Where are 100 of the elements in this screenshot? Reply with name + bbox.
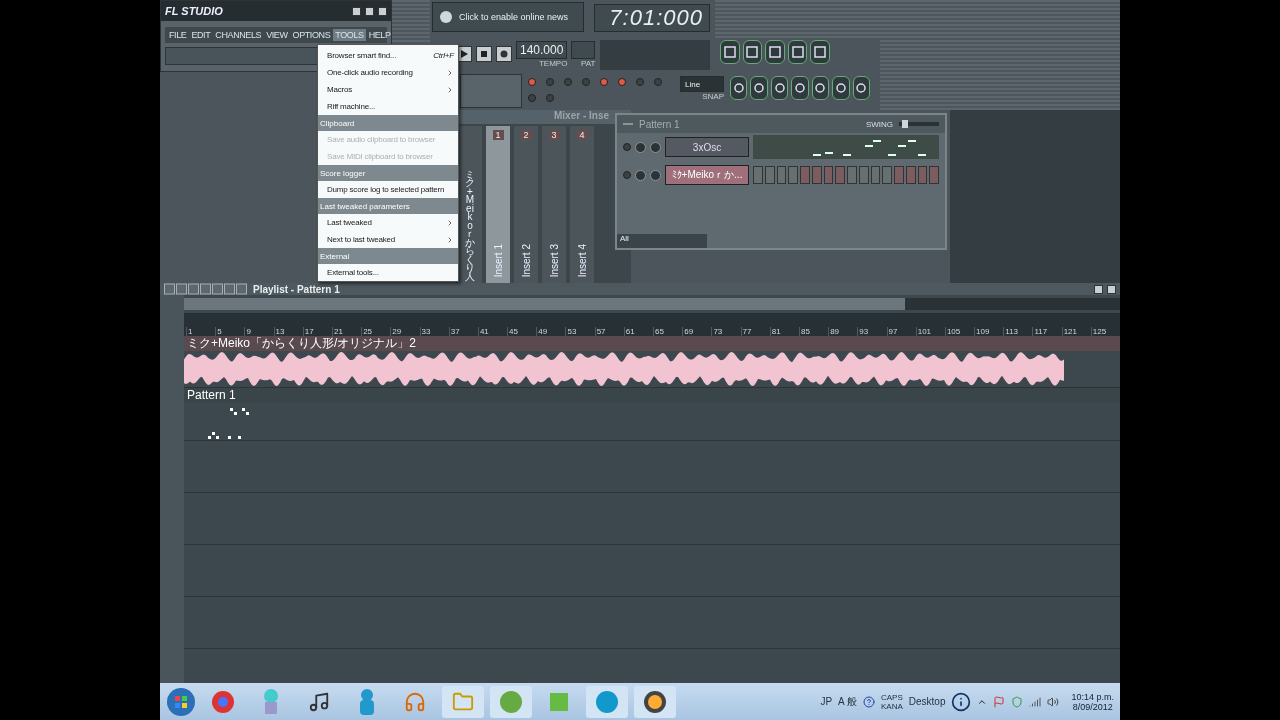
music-note-icon[interactable] — [308, 690, 330, 713]
menu-item[interactable]: Riff machine... — [318, 98, 458, 115]
step-pad[interactable] — [858, 166, 869, 184]
step-pad[interactable] — [905, 166, 916, 184]
headphones-icon[interactable] — [404, 690, 426, 713]
toggle-led[interactable] — [528, 94, 536, 102]
ime-mode[interactable]: A 般 — [838, 694, 857, 709]
mixer-track[interactable]: 3 Insert 3 — [542, 126, 566, 283]
menu-item[interactable]: Next to last tweaked — [318, 231, 458, 248]
flag-icon[interactable] — [993, 695, 1006, 708]
restore-button[interactable] — [365, 6, 374, 16]
pattern-display[interactable] — [571, 40, 596, 59]
volume-knob[interactable] — [650, 141, 661, 153]
step-pad[interactable] — [753, 166, 763, 184]
toggle-led[interactable] — [636, 78, 644, 86]
channel-button[interactable]: ﾐｸ+Meikoｒか... — [665, 165, 749, 185]
stop-button[interactable] — [476, 46, 492, 62]
volume-knob[interactable] — [650, 169, 661, 181]
step-pad[interactable] — [823, 166, 834, 184]
desktop-toolbar[interactable]: Desktop — [908, 696, 946, 707]
step-pad[interactable] — [800, 166, 810, 184]
language-indicator[interactable]: JP — [820, 696, 833, 707]
help-button[interactable] — [852, 76, 870, 100]
menu-item[interactable]: Browser smart find... Ctrl+F — [318, 47, 458, 64]
help-icon[interactable] — [863, 695, 875, 708]
toggle-led[interactable] — [582, 78, 590, 86]
minimize-button[interactable] — [352, 6, 361, 16]
clock-time[interactable]: 10:14 p.m. — [1071, 691, 1114, 702]
menu-item[interactable]: VIEW — [264, 29, 290, 41]
toggle-led[interactable] — [564, 78, 572, 86]
menu-item[interactable]: Macros — [318, 81, 458, 98]
step-pad[interactable] — [788, 166, 798, 184]
tempo-display[interactable]: 140.000 — [516, 40, 568, 59]
step-pad[interactable] — [764, 166, 775, 184]
pan-knob[interactable] — [635, 141, 646, 153]
step-pad[interactable] — [882, 166, 892, 184]
menu-item[interactable]: HELP — [366, 29, 393, 41]
clock-date[interactable]: 8/09/2012 — [1072, 701, 1113, 712]
volume-icon[interactable] — [1047, 695, 1060, 708]
document-button[interactable] — [832, 76, 850, 100]
toggle-led[interactable] — [546, 78, 554, 86]
step-pad[interactable] — [870, 166, 881, 184]
mic-button[interactable] — [811, 76, 830, 100]
record-button[interactable] — [496, 46, 512, 62]
windows-logo-icon[interactable] — [166, 686, 196, 717]
menu-item[interactable]: FILE — [167, 29, 189, 41]
close-button[interactable] — [378, 6, 387, 16]
piano-roll-button[interactable] — [765, 40, 785, 64]
close-button[interactable] — [1107, 284, 1116, 294]
maximize-button[interactable] — [1094, 284, 1103, 294]
step-sequencer-button[interactable] — [742, 40, 763, 64]
undo-button[interactable] — [730, 76, 748, 100]
mixer-track[interactable]: ミク+Meikoｒからくり人 — [458, 126, 482, 283]
step-pad[interactable] — [894, 166, 904, 184]
cut-button[interactable] — [791, 76, 809, 100]
filter-select[interactable]: All — [617, 234, 707, 248]
track-number: 3 — [548, 130, 560, 140]
toggle-led[interactable] — [600, 78, 608, 86]
render-button[interactable] — [770, 76, 789, 100]
menu-item[interactable]: CHANNELS — [213, 29, 264, 41]
timeline-ruler[interactable]: 1 5 9 13 17 21 25 29 33 37 41 45 49 53 57 61 65 69 73 77 81 85 89 93 97 101 105 109 113 117 121 125 — [184, 313, 1120, 336]
channel-button[interactable]: 3xOsc — [665, 137, 749, 157]
info-icon[interactable] — [951, 691, 972, 712]
slider-thumb[interactable] — [902, 120, 909, 128]
menu-item[interactable]: One-click audio recording — [318, 64, 458, 81]
toggle-led[interactable] — [618, 78, 626, 86]
step-pad[interactable] — [847, 166, 857, 184]
playlist-button[interactable] — [720, 40, 740, 64]
step-pad[interactable] — [917, 166, 928, 184]
news-field[interactable]: Click to enable online news — [432, 2, 584, 32]
channel-led[interactable] — [623, 171, 631, 179]
pan-knob[interactable] — [635, 169, 646, 181]
swing-slider[interactable] — [899, 122, 939, 126]
mixer-track[interactable]: 1 Insert 1 — [486, 126, 510, 283]
menu-item[interactable]: TOOLS — [333, 29, 366, 41]
toggle-led[interactable] — [654, 78, 662, 86]
menu-item[interactable]: Last tweaked — [318, 214, 458, 231]
mixer-track[interactable]: 4 Insert 4 — [570, 126, 594, 283]
step-pad[interactable] — [811, 166, 822, 184]
mixer-track[interactable]: 2 Insert 2 — [514, 126, 538, 283]
shield-icon[interactable] — [1011, 695, 1024, 708]
menu-item[interactable]: OPTIONS — [290, 29, 333, 41]
mixer-button[interactable] — [810, 40, 830, 64]
channel-led[interactable] — [623, 143, 631, 151]
step-pad[interactable] — [929, 166, 939, 184]
track-label: Insert 3 — [548, 243, 560, 277]
step-pad[interactable] — [776, 166, 787, 184]
circle-icon[interactable] — [211, 689, 235, 714]
menu-item[interactable]: External tools... — [318, 264, 458, 281]
toggle-led[interactable] — [546, 94, 554, 102]
toggle-led[interactable] — [528, 78, 536, 86]
signal-icon[interactable] — [1029, 695, 1042, 708]
taskbar-button[interactable] — [634, 685, 676, 718]
step-pad[interactable] — [835, 166, 845, 184]
menu-item[interactable]: Dump score log to selected pattern — [318, 181, 458, 198]
browser-button[interactable] — [787, 40, 808, 64]
save-button[interactable] — [750, 76, 768, 100]
menu-item[interactable]: EDIT — [189, 29, 213, 41]
scrollbar[interactable] — [184, 298, 1120, 310]
snap-select[interactable]: Line — [680, 76, 724, 92]
